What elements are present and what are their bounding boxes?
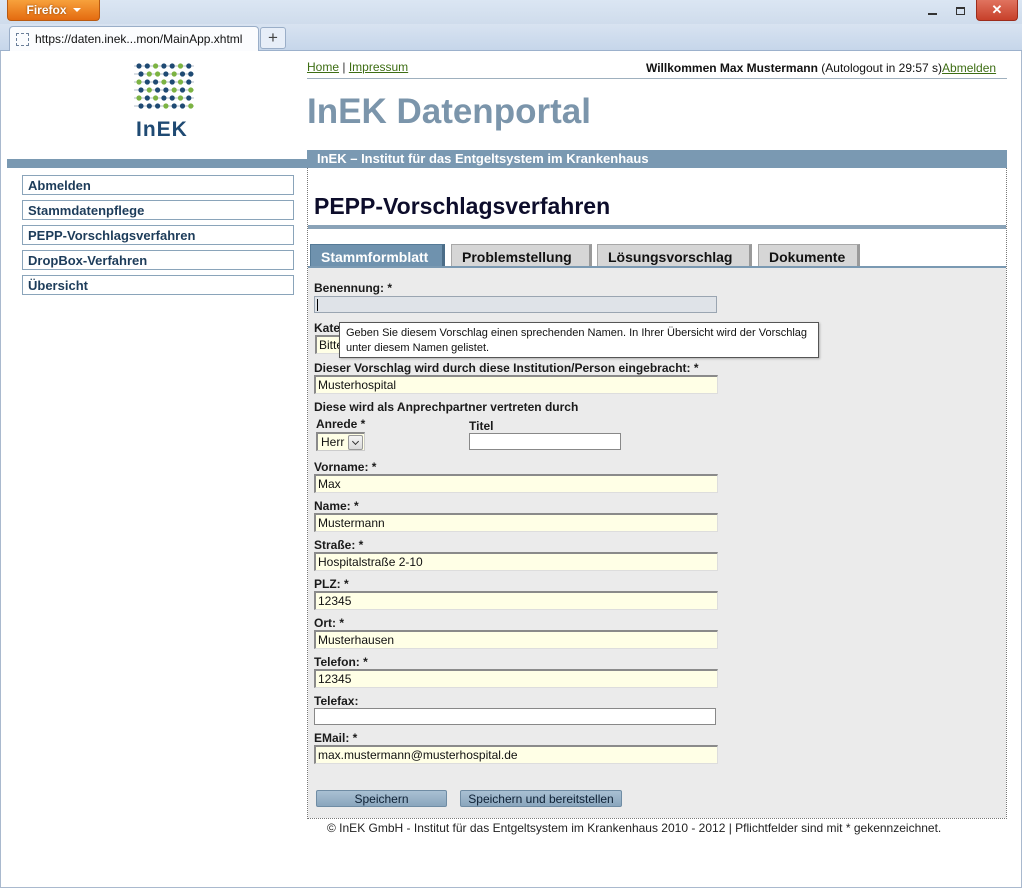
vorname-input[interactable]: Max: [314, 474, 718, 493]
contact-heading: Diese wird als Anprechpartner vertreten …: [314, 400, 579, 414]
tab-dokumente[interactable]: Dokumente: [758, 244, 860, 268]
sidebar-item-stammdatenpflege[interactable]: Stammdatenpflege: [22, 200, 294, 220]
page-icon: [16, 32, 29, 46]
footer-text: © InEK GmbH - Institut für das Entgeltsy…: [327, 821, 942, 835]
plz-input[interactable]: 12345: [314, 591, 718, 610]
ort-input[interactable]: Musterhausen: [314, 630, 718, 649]
minimize-icon: [927, 12, 937, 15]
portal-title: InEK Datenportal: [307, 92, 591, 131]
telefon-input[interactable]: 12345: [314, 669, 718, 688]
chevron-down-icon: [72, 8, 81, 12]
header-divider: [307, 78, 1007, 79]
tab-problemstellung[interactable]: Problemstellung: [451, 244, 592, 268]
plz-label: PLZ: *: [314, 577, 349, 591]
text-caret: [317, 299, 318, 311]
benennung-label: Benennung: *: [314, 281, 392, 295]
welcome-message: Willkommen Max Mustermann (Autologout in…: [646, 61, 996, 75]
minimize-button[interactable]: [918, 0, 946, 21]
autologout-timer: (Autologout in 29:57 s): [821, 61, 943, 75]
firefox-menu-label: Firefox: [26, 3, 67, 17]
ort-label: Ort: *: [314, 616, 344, 630]
maximize-icon: [955, 6, 965, 15]
welcome-user: Willkommen Max Mustermann: [646, 61, 818, 75]
benennung-input[interactable]: [314, 296, 717, 313]
name-label: Name: *: [314, 499, 359, 513]
telefax-label: Telefax:: [314, 694, 359, 708]
email-input[interactable]: max.mustermann@musterhospital.de: [314, 745, 718, 764]
save-publish-button[interactable]: Speichern und bereitstellen: [460, 790, 622, 807]
new-tab-button[interactable]: +: [260, 27, 286, 49]
name-input[interactable]: Mustermann: [314, 513, 718, 532]
anrede-value: Herr: [321, 435, 345, 449]
sidebar-header-bar: [7, 159, 307, 168]
heading-divider: [308, 225, 1006, 229]
institute-bar: InEK – Institut für das Entgeltsystem im…: [307, 150, 1007, 168]
browser-tab[interactable]: https://daten.inek...mon/MainApp.xhtml: [9, 26, 259, 51]
benennung-tooltip: Geben Sie diesem Vorschlag einen spreche…: [339, 322, 819, 358]
chevron-down-icon[interactable]: [348, 435, 363, 450]
firefox-menu-button[interactable]: Firefox: [7, 0, 100, 21]
maximize-button[interactable]: [946, 0, 974, 21]
email-label: EMail: *: [314, 731, 358, 745]
titel-input[interactable]: [469, 433, 621, 450]
close-window-button[interactable]: ✕: [976, 0, 1018, 21]
sidebar-item-dropbox-verfahren[interactable]: DropBox-Verfahren: [22, 250, 294, 270]
window-titlebar: Firefox ✕: [0, 0, 1022, 24]
browser-tab-title: https://daten.inek...mon/MainApp.xhtml: [35, 32, 243, 46]
strasse-label: Straße: *: [314, 538, 364, 552]
anrede-select[interactable]: Herr: [316, 432, 365, 451]
home-link[interactable]: Home: [307, 60, 339, 74]
sidebar-item-uebersicht[interactable]: Übersicht: [22, 275, 294, 295]
sidebar-item-abmelden[interactable]: Abmelden: [22, 175, 294, 195]
institution-input[interactable]: Musterhospital: [314, 375, 718, 394]
browser-tab-strip: https://daten.inek...mon/MainApp.xhtml +: [0, 24, 1022, 51]
institution-label: Dieser Vorschlag wird durch diese Instit…: [314, 361, 699, 375]
telefon-label: Telefon: *: [314, 655, 368, 669]
anrede-label: Anrede *: [316, 417, 366, 431]
nav-separator: |: [342, 60, 346, 74]
save-button[interactable]: Speichern: [316, 790, 447, 807]
tab-loesungsvorschlag[interactable]: Lösungsvorschlag: [597, 244, 752, 268]
logout-link[interactable]: Abmelden: [942, 61, 996, 75]
kategorie-label: Kate: [314, 321, 341, 335]
plus-icon: +: [268, 28, 278, 47]
strasse-input[interactable]: Hospitalstraße 2-10: [314, 552, 718, 571]
titel-label: Titel: [469, 419, 494, 433]
page-title: PEPP-Vorschlagsverfahren: [314, 193, 611, 219]
sidebar-item-pepp-vorschlagsverfahren[interactable]: PEPP-Vorschlagsverfahren: [22, 225, 294, 245]
telefax-input[interactable]: [314, 708, 716, 725]
logo-text: InEK: [136, 118, 188, 141]
top-nav: Home | Impressum: [307, 60, 408, 74]
tab-stammformblatt[interactable]: Stammformblatt: [310, 244, 445, 268]
vorname-label: Vorname: *: [314, 460, 377, 474]
close-icon: ✕: [991, 2, 1003, 17]
impressum-link[interactable]: Impressum: [349, 60, 408, 74]
